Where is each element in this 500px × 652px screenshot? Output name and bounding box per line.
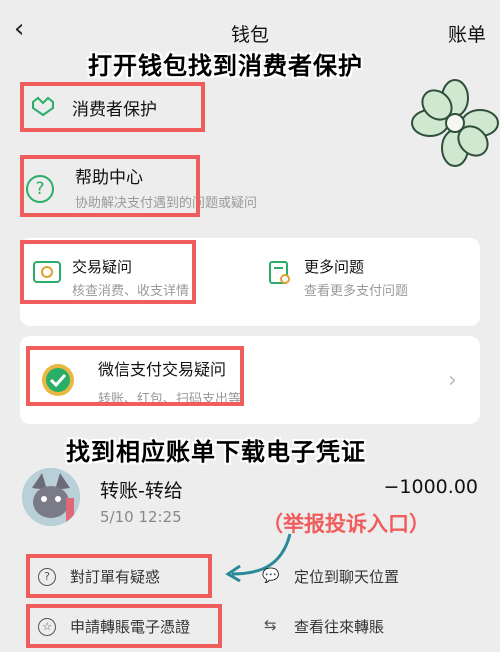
headline-find-bill: 找到相应账单下载电子凭证 (66, 438, 366, 466)
more-questions-title[interactable]: 更多问题 (304, 256, 364, 277)
chat-bubble-icon: 💬 (262, 568, 280, 584)
avatar (22, 468, 80, 526)
locate-chat-link[interactable]: 定位到聊天位置 (294, 566, 399, 587)
view-transfers-link[interactable]: 查看往來轉賬 (294, 616, 384, 637)
headline-open-wallet: 打开钱包找到消费者保护 (88, 52, 363, 80)
chevron-right-icon: › (448, 368, 457, 393)
highlight-help-center (20, 155, 200, 217)
arrow-icon (225, 533, 292, 582)
more-questions-subtitle: 查看更多支付问题 (304, 284, 409, 299)
highlight-trade-question (20, 240, 196, 304)
highlight-order-doubt (26, 554, 212, 598)
transaction-title: 转账-转给 (100, 480, 183, 502)
flower-decoration-icon (411, 79, 499, 167)
transfer-arrows-icon: ⇆ (264, 616, 277, 634)
page-title: 钱包 (230, 24, 269, 46)
bill-button[interactable]: 账单 (448, 20, 486, 47)
highlight-wechat-pay (26, 346, 244, 406)
highlight-consumer-protection (20, 82, 205, 132)
transaction-amount: −1000.00 (383, 476, 479, 498)
document-search-icon (268, 260, 292, 290)
transaction-time: 5/10 12:25 (100, 508, 182, 526)
wallet-page: ‹ 钱包 账单 打开钱包找到消费者保护 消费者保护 ? 帮助中心 协助解决支付遇… (0, 0, 500, 652)
highlight-apply-voucher (26, 604, 222, 648)
